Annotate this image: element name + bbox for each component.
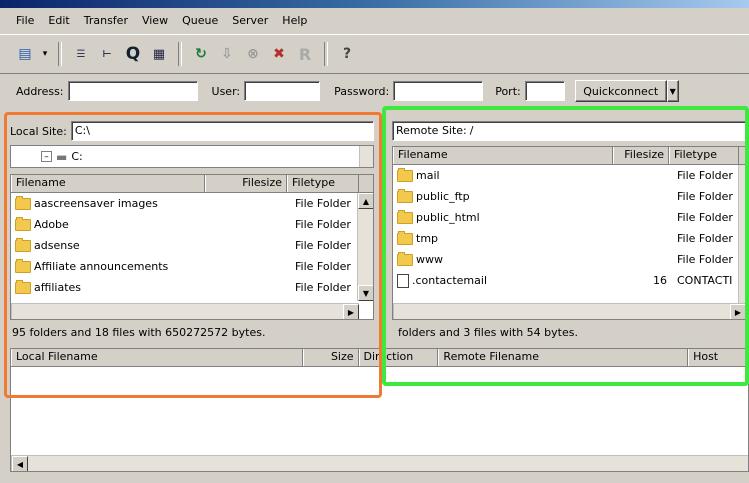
reconnect-icon[interactable]: R <box>294 43 316 65</box>
queue-hscrollbar[interactable]: ◀ <box>11 455 748 471</box>
refresh-icon[interactable]: ↻ <box>190 43 212 65</box>
toolbar-separator <box>178 42 182 66</box>
port-label: Port: <box>495 84 521 98</box>
menu-queue[interactable]: Queue <box>176 14 224 27</box>
quickconnect-dropdown-icon[interactable]: ▼ <box>666 80 679 102</box>
toolbar-separator <box>58 42 62 66</box>
process-queue-icon[interactable]: ⇩ <box>216 43 238 65</box>
local-pane-highlight <box>4 112 382 398</box>
password-label: Password: <box>334 84 390 98</box>
password-input[interactable] <box>393 81 484 101</box>
port-input[interactable] <box>524 81 565 101</box>
menu-help[interactable]: Help <box>276 14 313 27</box>
site-manager-icon[interactable]: ▤ <box>14 43 36 65</box>
user-input[interactable] <box>244 81 321 101</box>
menu-bar: File Edit Transfer View Queue Server Hel… <box>0 8 749 32</box>
quickconnect-button[interactable]: Quickconnect <box>574 80 667 102</box>
title-bar <box>0 0 749 8</box>
menu-view[interactable]: View <box>136 14 174 27</box>
quickconnect-bar: Address: User: Password: Port: Quickconn… <box>0 78 749 104</box>
scroll-left-icon[interactable]: ◀ <box>12 456 28 471</box>
disconnect-icon[interactable]: ✖ <box>268 43 290 65</box>
dropdown-arrow-icon[interactable]: ▾ <box>40 43 50 65</box>
address-label: Address: <box>16 84 64 98</box>
quickconnect-label: Quickconnect <box>583 84 659 98</box>
remote-pane-highlight <box>382 106 749 386</box>
message-log-icon[interactable]: ☰ <box>70 43 92 65</box>
menu-server[interactable]: Server <box>226 14 274 27</box>
address-input[interactable] <box>67 81 198 101</box>
queue-icon[interactable]: Q <box>122 43 144 65</box>
cancel-icon[interactable]: ⊗ <box>242 43 264 65</box>
menu-transfer[interactable]: Transfer <box>78 14 134 27</box>
local-tree-icon[interactable]: ⊢ <box>96 43 118 65</box>
toolbar: ▤ ▾ ☰ ⊢ Q ▦ ↻ ⇩ ⊗ ✖ R ? <box>0 34 749 74</box>
menu-file[interactable]: File <box>10 14 40 27</box>
remote-tree-icon[interactable]: ▦ <box>148 43 170 65</box>
help-icon[interactable]: ? <box>336 43 358 65</box>
menu-edit[interactable]: Edit <box>42 14 75 27</box>
user-label: User: <box>211 84 241 98</box>
toolbar-separator <box>324 42 328 66</box>
